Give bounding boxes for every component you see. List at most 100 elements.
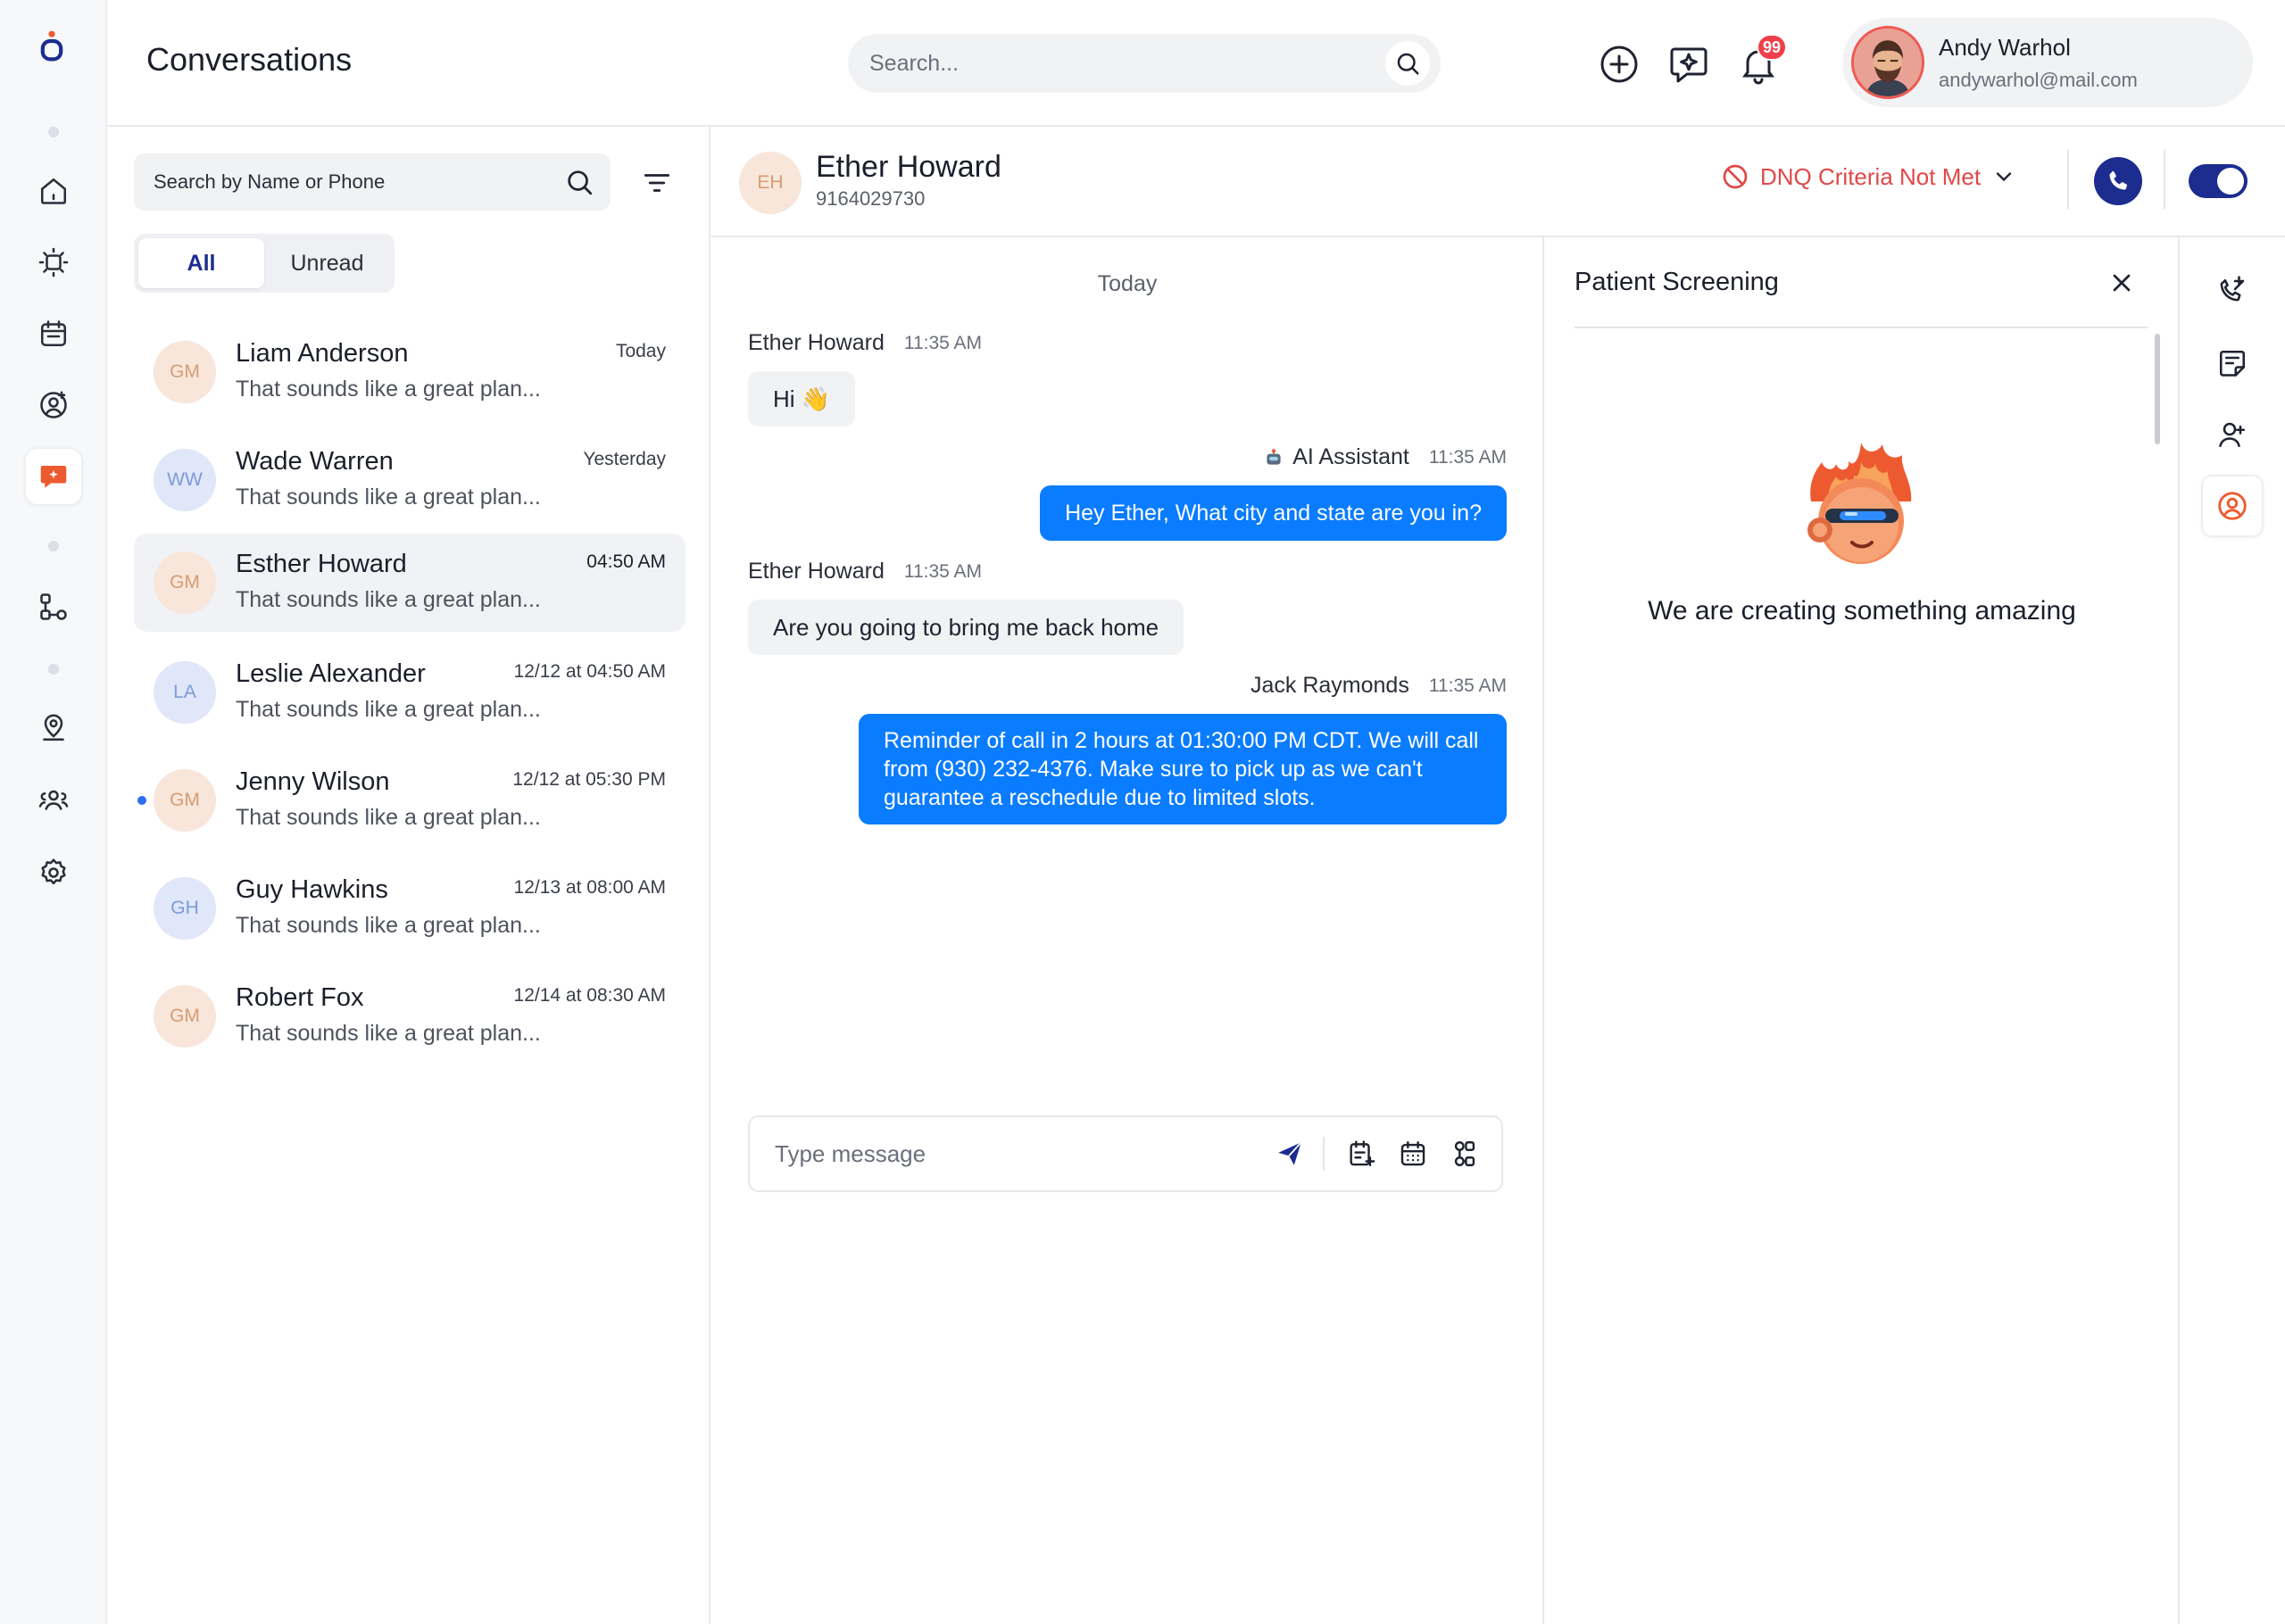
user-menu[interactable]: Andy Warhol andywarhol@mail.com [1842, 18, 2253, 107]
nav-settings[interactable] [25, 844, 82, 901]
conversations-icon [40, 466, 67, 488]
conversation-item[interactable]: WW Wade Warren That sounds like a great … [134, 431, 686, 529]
nav-conversations[interactable] [25, 448, 82, 505]
nav-calendar[interactable] [25, 305, 82, 362]
app-logo[interactable] [36, 30, 71, 84]
app-sidebar [0, 0, 107, 1624]
conversation-item[interactable]: GM Jenny Wilson That sounds like a great… [134, 751, 686, 849]
sender-name: Ether Howard [748, 330, 885, 355]
call-button[interactable] [2094, 157, 2142, 205]
assign-user-button[interactable] [2201, 403, 2264, 466]
notes-button[interactable] [2201, 332, 2264, 394]
patient-profile-button[interactable] [2201, 475, 2264, 537]
close-icon [2113, 274, 2131, 292]
calendar-icon [40, 320, 67, 347]
incoming-message: Hi 👋 [748, 371, 856, 427]
conversation-item[interactable]: GH Guy Hawkins That sounds like a great … [134, 859, 686, 957]
settings-icon [41, 858, 66, 885]
tab-unread[interactable]: Unread [264, 238, 390, 288]
global-search-button[interactable] [1385, 41, 1430, 86]
chat-header: EH Ether Howard 9164029730 DNQ Criteria … [710, 127, 2285, 237]
nav-workflows[interactable] [25, 578, 82, 635]
rail-divider-dot [48, 541, 59, 551]
panel-title: Patient Screening [1575, 268, 1779, 296]
calendar-icon [1400, 1141, 1425, 1166]
message-time: 11:35 AM [1428, 675, 1507, 696]
template-icon [1350, 1140, 1375, 1166]
message-time: 12/12 at 05:30 PM [512, 769, 666, 790]
phone-icon [2109, 170, 2128, 190]
tool-rail [2178, 237, 2285, 1624]
sender-name: Jack Raymonds [1250, 673, 1409, 698]
contact-name: Ether Howard [816, 150, 1001, 184]
location-icon [43, 714, 64, 742]
incoming-message: Are you going to bring me back home [748, 600, 1184, 655]
ai-toggle[interactable] [2189, 164, 2248, 198]
contact-avatar: GM [154, 551, 216, 614]
rail-divider-dot [48, 664, 59, 675]
contact-name: Esther Howard [236, 550, 407, 578]
contact-name: Guy Hawkins [236, 875, 388, 904]
send-button[interactable] [1269, 1133, 1310, 1174]
home-icon [40, 178, 67, 204]
global-search-input[interactable] [869, 50, 1385, 77]
schedule-button[interactable] [1392, 1133, 1433, 1174]
contact-avatar: GM [154, 985, 216, 1048]
filter-icon [644, 174, 670, 192]
contact-search-input[interactable] [154, 170, 564, 194]
close-panel-button[interactable] [2101, 262, 2142, 303]
conversation-item[interactable]: LA Leslie Alexander That sounds like a g… [134, 643, 686, 742]
workflow-icon [1454, 1141, 1475, 1166]
conversation-item-selected[interactable]: GM Esther Howard That sounds like a grea… [134, 534, 686, 632]
message-meta: Ether Howard 11:35 AM [748, 559, 982, 584]
outgoing-message: Reminder of call in 2 hours at 01:30:00 … [859, 714, 1507, 824]
send-icon [1278, 1141, 1302, 1165]
blocked-icon [1723, 164, 1748, 189]
contact-name: Liam Anderson [236, 339, 409, 368]
contact-avatar: EH [739, 152, 802, 214]
message-preview: That sounds like a great plan... [236, 485, 541, 510]
ai-chat-button[interactable] [1662, 37, 1716, 91]
patient-profile-icon [2218, 492, 2247, 520]
status-dropdown[interactable]: DNQ Criteria Not Met [1721, 162, 2016, 191]
rail-divider-dot [48, 127, 59, 137]
search-icon [1397, 53, 1419, 75]
contact-avatar: WW [154, 449, 216, 511]
message-preview: That sounds like a great plan... [236, 1021, 541, 1046]
message-time: 11:35 AM [903, 560, 983, 582]
call-log-button[interactable] [2201, 261, 2264, 323]
notifications-button[interactable]: 99 [1732, 34, 1787, 91]
message-preview: That sounds like a great plan... [236, 697, 541, 722]
conversation-item[interactable]: GM Robert Fox That sounds like a great p… [134, 967, 686, 1065]
nav-locations[interactable] [25, 700, 82, 757]
contact-avatar: GH [154, 877, 216, 940]
template-button[interactable] [1341, 1133, 1382, 1174]
nav-contacts[interactable] [25, 377, 82, 434]
user-name: Andy Warhol [1939, 33, 2071, 61]
nav-home[interactable] [25, 162, 82, 220]
workflow-button[interactable] [1444, 1133, 1485, 1174]
message-time: 04:50 AM [586, 551, 666, 572]
conversation-item[interactable]: GM Liam Anderson That sounds like a grea… [134, 323, 686, 421]
message-input[interactable] [775, 1139, 1259, 1168]
message-preview: That sounds like a great plan... [236, 377, 541, 402]
create-button[interactable] [1592, 37, 1646, 91]
user-email: andywarhol@mail.com [1939, 68, 2138, 91]
filter-button[interactable] [632, 161, 682, 205]
nav-dashboard[interactable] [25, 234, 82, 291]
mascot-illustration [1807, 443, 1912, 564]
dashboard-icon [38, 247, 69, 278]
panel-scrollbar[interactable] [2155, 334, 2160, 444]
header-divider [2164, 150, 2165, 209]
sender-name: AI Assistant [1292, 444, 1409, 469]
message-time: 12/14 at 08:30 AM [513, 985, 666, 1006]
composer-divider [1323, 1137, 1325, 1171]
search-icon[interactable] [564, 167, 594, 197]
toggle-knob [2217, 168, 2244, 195]
contact-name: Wade Warren [236, 447, 394, 476]
unread-indicator [137, 796, 146, 805]
nav-team[interactable] [25, 771, 82, 828]
tab-all[interactable]: All [138, 238, 264, 288]
call-log-icon [2220, 276, 2245, 302]
chevron-down-icon [1996, 172, 2012, 182]
